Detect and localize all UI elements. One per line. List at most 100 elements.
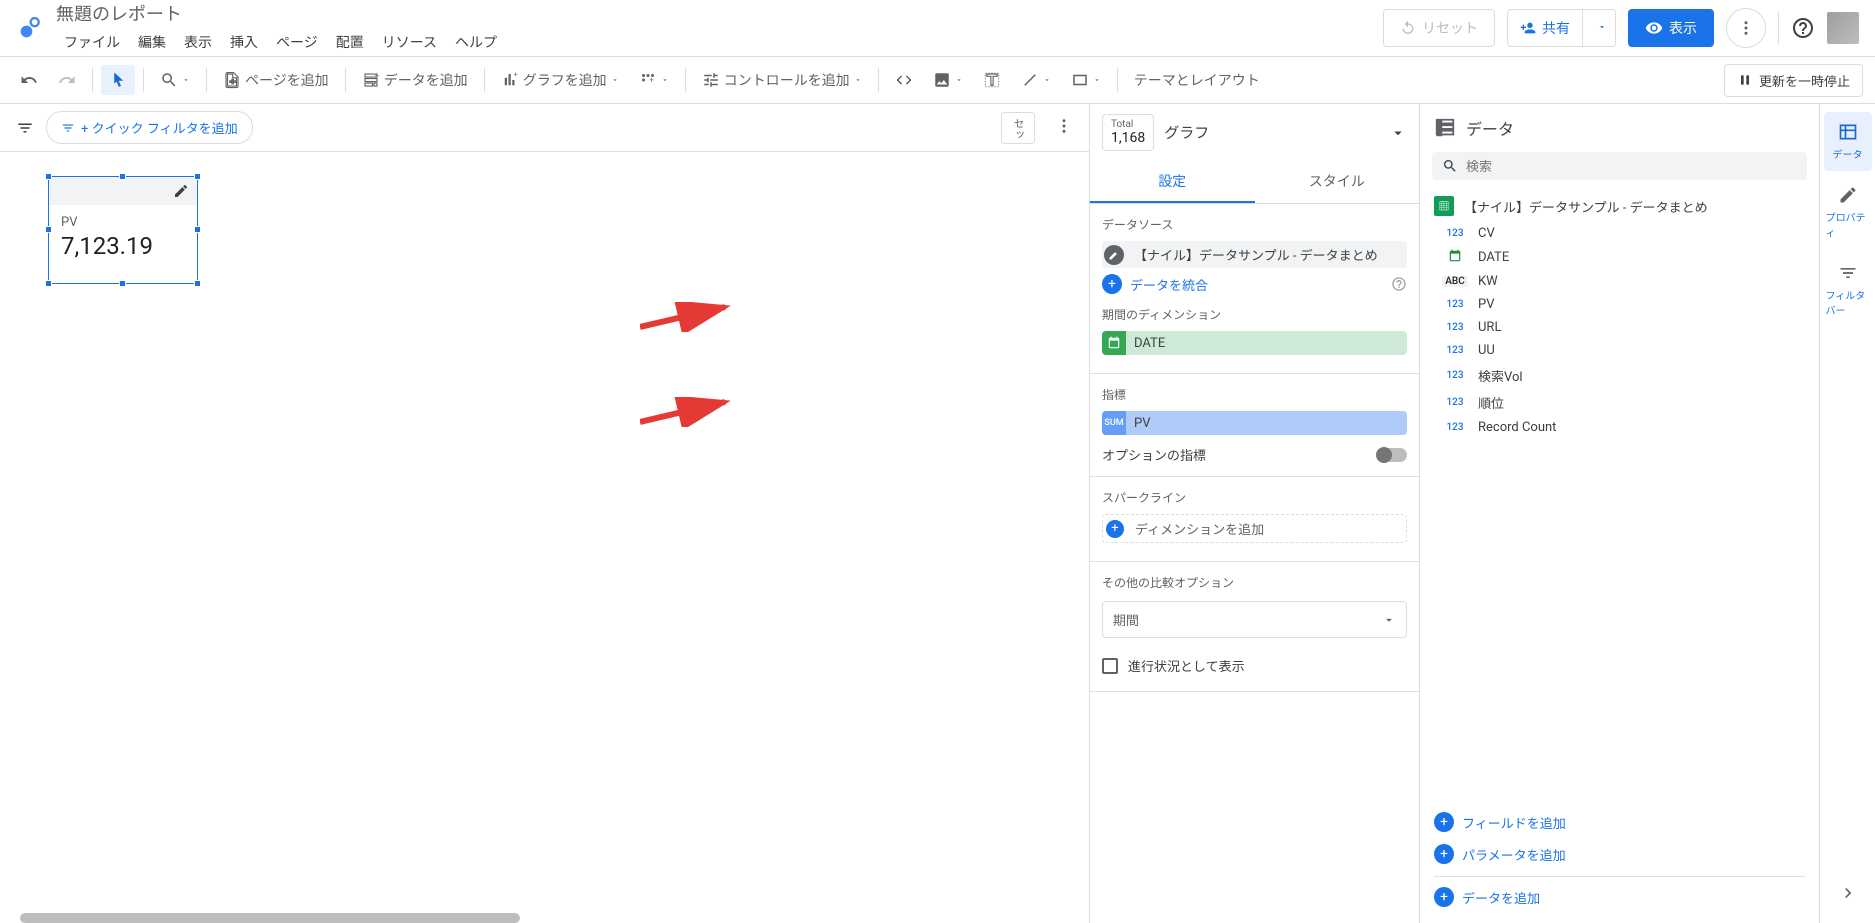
section-metric: 指標	[1102, 386, 1407, 403]
add-chart-button[interactable]: +グラフを追加	[493, 64, 627, 96]
svg-text:+: +	[649, 75, 653, 84]
share-button[interactable]: 共有	[1508, 10, 1583, 46]
undo-icon	[20, 71, 38, 89]
field-row[interactable]: 123検索Vol	[1420, 362, 1819, 389]
chart-type-selector[interactable]: グラフ	[1164, 122, 1407, 143]
field-row[interactable]: 123URL	[1420, 316, 1819, 339]
cursor-icon	[109, 71, 127, 89]
undo-button[interactable]	[12, 65, 46, 95]
redo-button[interactable]	[50, 65, 84, 95]
tab-setup[interactable]: 設定	[1090, 161, 1255, 203]
community-viz-button[interactable]: +	[631, 65, 677, 95]
field-type-badge: 123	[1442, 345, 1468, 356]
image-button[interactable]	[925, 65, 971, 95]
code-icon	[895, 71, 913, 89]
url-embed-button[interactable]	[887, 65, 921, 95]
add-page-button[interactable]: ページを追加	[215, 64, 337, 96]
edit-icon	[1838, 185, 1858, 205]
data-icon	[1838, 122, 1858, 142]
filter-icon[interactable]	[16, 119, 34, 137]
optional-metrics-toggle[interactable]	[1377, 448, 1407, 462]
search-input[interactable]	[1466, 159, 1797, 174]
show-progress-checkbox[interactable]	[1102, 658, 1118, 674]
datasource-chip[interactable]: 【ナイル】データサンプル - データまとめ	[1102, 241, 1407, 268]
menu-insert[interactable]: 挿入	[222, 28, 266, 56]
image-icon	[933, 71, 951, 89]
add-field-link[interactable]: +フィールドを追加	[1434, 806, 1805, 838]
field-row[interactable]: 123CV	[1420, 222, 1819, 245]
field-row[interactable]: 123PV	[1420, 293, 1819, 316]
menu-arrange[interactable]: 配置	[328, 28, 372, 56]
scorecard-chart[interactable]: PV 7,123.19	[48, 176, 198, 284]
view-button[interactable]: 表示	[1628, 9, 1714, 47]
undo-icon	[1400, 20, 1416, 36]
chevron-down-icon	[1093, 76, 1101, 84]
chevron-down-icon	[1389, 124, 1407, 142]
person-add-icon	[1520, 20, 1536, 36]
menu-edit[interactable]: 編集	[130, 28, 174, 56]
rtab-properties[interactable]: プロパティ	[1824, 175, 1872, 249]
shape-button[interactable]	[1063, 65, 1109, 95]
reset-button[interactable]: リセット	[1383, 9, 1495, 47]
section-datasource: データソース	[1102, 216, 1407, 233]
add-parameter-link[interactable]: +パラメータを追加	[1434, 838, 1805, 870]
theme-layout-button[interactable]: テーマとレイアウト	[1126, 64, 1268, 96]
expand-panel-button[interactable]	[1838, 883, 1858, 907]
menu-page[interactable]: ページ	[268, 28, 326, 56]
help-icon[interactable]	[1391, 276, 1407, 292]
annotation-arrow-2	[640, 397, 740, 427]
horizontal-scrollbar[interactable]	[20, 913, 520, 923]
rtab-data[interactable]: データ	[1824, 112, 1872, 171]
date-dimension-chip[interactable]: DATE	[1102, 331, 1407, 355]
add-control-button[interactable]: コントロールを追加	[694, 64, 870, 96]
field-name: Record Count	[1478, 420, 1556, 435]
zoom-tool[interactable]	[152, 65, 198, 95]
show-progress-label: 進行状況として表示	[1128, 656, 1245, 675]
field-row[interactable]: 123UU	[1420, 339, 1819, 362]
add-data-button[interactable]: +データを追加	[354, 64, 476, 96]
field-row[interactable]: 123Record Count	[1420, 416, 1819, 439]
chevron-down-icon	[1043, 76, 1051, 84]
field-type-badge: 123	[1442, 299, 1468, 310]
more-vert-icon	[1737, 19, 1755, 37]
calendar-icon	[1107, 336, 1121, 350]
eye-icon	[1645, 19, 1663, 37]
pause-updates-button[interactable]: 更新を一時停止	[1724, 64, 1863, 97]
field-search[interactable]	[1432, 152, 1807, 180]
period-select[interactable]: 期間	[1102, 601, 1407, 638]
pause-icon	[1737, 72, 1753, 88]
section-sparkline: スパークライン	[1102, 489, 1407, 506]
help-icon[interactable]	[1791, 16, 1815, 40]
tab-style[interactable]: スタイル	[1255, 161, 1420, 203]
add-dimension-chip[interactable]: + ディメンションを追加	[1102, 514, 1407, 543]
add-data-link[interactable]: +データを追加	[1434, 876, 1805, 913]
field-row[interactable]: 123順位	[1420, 389, 1819, 416]
metric-chip[interactable]: SUM PV	[1102, 411, 1407, 435]
share-dropdown[interactable]	[1589, 12, 1615, 44]
menu-help[interactable]: ヘルプ	[447, 28, 505, 56]
blend-data-link[interactable]: + データを統合	[1102, 274, 1407, 294]
field-row[interactable]: DATE	[1420, 245, 1819, 270]
filter-more-button[interactable]	[1055, 117, 1073, 139]
line-icon	[1021, 71, 1039, 89]
field-row[interactable]: ABCKW	[1420, 270, 1819, 293]
optional-metrics-label: オプションの指標	[1102, 445, 1206, 464]
rectangle-icon	[1071, 71, 1089, 89]
user-avatar[interactable]	[1827, 12, 1859, 44]
add-quick-filter-button[interactable]: + クイック フィルタを追加	[46, 111, 253, 144]
report-canvas[interactable]: PV 7,123.19	[0, 152, 1089, 923]
edit-icon	[1108, 249, 1120, 261]
menu-resource[interactable]: リソース	[374, 28, 445, 56]
datasource-header[interactable]: ▦ 【ナイル】データサンプル - データまとめ	[1420, 190, 1819, 222]
select-tool[interactable]	[101, 65, 135, 95]
rtab-filter-bar[interactable]: フィルタバー	[1824, 253, 1872, 327]
document-title[interactable]: 無題のレポート	[56, 0, 1383, 26]
reset-pill[interactable]: セッ	[1001, 112, 1035, 144]
menu-bar: ファイル 編集 表示 挿入 ページ 配置 リソース ヘルプ	[56, 28, 1383, 56]
more-options-button[interactable]	[1726, 8, 1766, 48]
line-button[interactable]	[1013, 65, 1059, 95]
edit-icon[interactable]	[173, 183, 189, 199]
menu-file[interactable]: ファイル	[56, 28, 128, 56]
menu-view[interactable]: 表示	[176, 28, 220, 56]
text-button[interactable]	[975, 65, 1009, 95]
